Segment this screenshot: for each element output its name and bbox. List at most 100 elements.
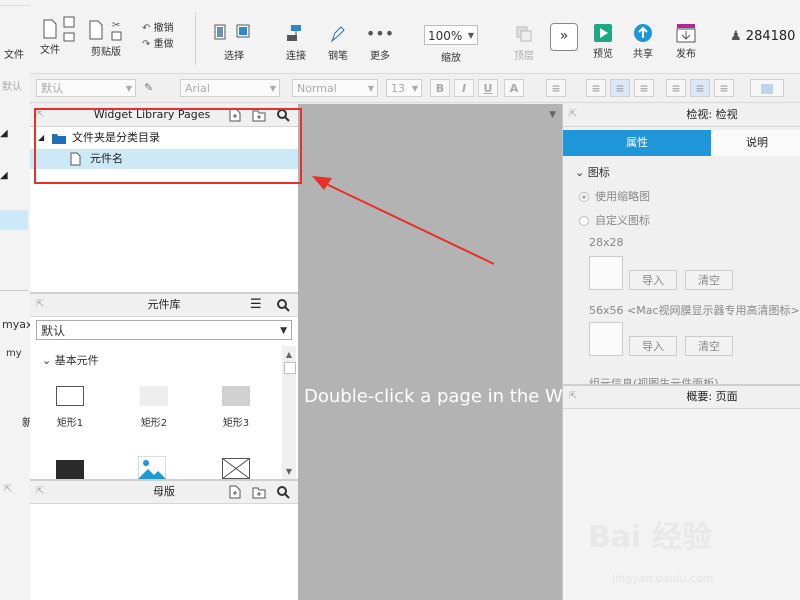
format-bar: 默认 ▼ ✎ Arial ▼ Normal ▼ 13 ▼ B I U A ≡ ≡ ≡ ≡… [30,74,800,103]
import-small-button[interactable]: 导入 [629,270,677,290]
preview-button[interactable]: 预览 [588,23,618,60]
file-label: 文件 [40,45,60,56]
tab-properties[interactable]: 属性 [563,130,711,156]
redo-label: 重做 [153,39,174,50]
back-project-label: myax [2,318,33,331]
valign-middle-icon: ≡ [695,82,705,95]
font-value: Arial [185,82,210,95]
add-folder-icon[interactable] [252,485,266,499]
clipboard-button[interactable]: ✂ 剪贴版 [88,19,124,58]
widget-library-panel: ⇱ 元件库 ☰ 默认 ▼ ⌄ 基本元件 矩形1 矩形2 矩形3 ▲ ▼ [30,294,298,479]
large-icon-preview [589,322,623,356]
back-divider [0,290,28,291]
bullet-list-button[interactable]: ≡ [546,79,566,97]
clear-large-button[interactable]: 清空 [685,336,733,356]
pin-icon[interactable]: ⇱ [36,294,44,316]
menu-icon[interactable]: ☰ [250,294,262,316]
style-value: 默认 [41,82,63,95]
redo-button[interactable]: ↷ 重做 [142,35,184,50]
pin-icon[interactable]: ⇱ [569,386,577,408]
placeholder-widget-icon[interactable] [222,458,250,479]
basic-widgets-section[interactable]: ⌄ 基本元件 [42,352,99,368]
valign-bottom-button[interactable]: ≡ [714,79,734,97]
publish-button[interactable]: 发布 [668,23,704,60]
user-account[interactable]: ♟ 284180 [730,29,795,44]
expand-button[interactable]: » [550,23,578,51]
align-center-icon: ≡ [615,82,625,95]
back-file-label: 文件 [4,50,24,61]
font-color-button[interactable]: A [504,79,524,97]
pin-icon[interactable]: ⇱ [36,481,44,503]
valign-bottom-icon: ≡ [719,82,729,95]
small-size-label: 28x28 [589,236,624,249]
share-button[interactable]: 共享 [628,23,658,60]
valign-middle-button[interactable]: ≡ [690,79,710,97]
icon-section-header[interactable]: ⌄ 图标 [575,164,610,180]
scroll-thumb[interactable] [284,362,296,374]
style-edit-icon[interactable]: ✎ [144,81,153,94]
publish-icon [676,24,696,43]
widget-rect3[interactable]: 矩形3 [206,386,266,429]
valign-top-button[interactable]: ≡ [666,79,686,97]
chevron-down-icon: ▼ [467,31,474,40]
align-right-button[interactable]: ≡ [634,79,654,97]
clear-small-button[interactable]: 清空 [685,270,733,290]
widget-rect2[interactable]: 矩形2 [124,386,184,429]
fill-color-button[interactable] [750,79,784,97]
font-select[interactable]: Arial ▼ [180,79,280,97]
underline-button[interactable]: U [478,79,498,97]
zoom-select[interactable]: 100% ▼ [424,25,478,45]
main-toolbar: 文件 ✂ 剪贴版 ↶ 撤销 ↷ 重做 选择 连接 钢笔 ••• 更多 100% … [30,5,800,74]
canvas-menu-icon[interactable]: ▼ [549,110,556,120]
custom-icon-label: 自定义图标 [595,214,650,227]
widget-panel-header: ⇱ 元件库 ☰ [30,294,298,317]
library-select[interactable]: 默认 ▼ [36,320,292,340]
undo-icon: ↶ [142,23,151,34]
use-thumbnail-option[interactable]: 使用缩略图 [579,188,650,204]
more-button[interactable]: ••• 更多 [362,23,398,62]
align-center-button[interactable]: ≡ [610,79,630,97]
user-icon: ♟ [730,29,742,44]
widget-label: 矩形1 [56,418,84,429]
scroll-down-icon[interactable]: ▼ [284,467,294,477]
widget-ellipse-thumbnail[interactable] [56,460,84,479]
connect-button[interactable]: 连接 [280,23,312,62]
italic-button[interactable]: I [454,79,474,97]
font-weight-value: Normal [297,82,337,95]
more-label: 更多 [370,51,390,62]
top-layer-button[interactable]: 顶层 [506,23,542,62]
play-icon [594,24,612,42]
chevron-down-icon: ⌄ [42,354,52,367]
font-size-select[interactable]: 13 ▼ [386,79,422,97]
search-icon[interactable] [276,298,290,312]
widget-scrollbar[interactable]: ▲ ▼ [282,346,296,479]
image-widget-icon[interactable] [138,456,166,479]
tab-notes[interactable]: 说明 [713,130,800,156]
scroll-up-icon[interactable]: ▲ [284,350,294,360]
new-file-button[interactable]: 文件 [38,19,62,56]
custom-icon-option[interactable]: 自定义图标 [579,212,650,228]
clipboard-label: 剪贴版 [91,47,121,58]
align-left-button[interactable]: ≡ [586,79,606,97]
chevron-down-icon: ▼ [280,326,287,336]
add-master-icon[interactable] [228,485,242,499]
select-button[interactable]: 选择 [208,23,260,62]
style-select[interactable]: 默认 ▼ [36,79,136,97]
search-icon[interactable] [276,485,290,499]
widget-label: 矩形3 [222,418,250,429]
overview-panel: ⇱ 概要: 页面 [562,386,800,600]
widget-rect1[interactable]: 矩形1 [40,386,100,429]
library-value: 默认 [41,324,66,338]
back-tree-arrow-1: ◢ [0,128,8,139]
save-open-group[interactable] [62,15,76,48]
bold-button[interactable]: B [430,79,450,97]
font-weight-select[interactable]: Normal ▼ [292,79,378,97]
masters-panel: ⇱ 母版 [30,481,298,600]
import-large-button[interactable]: 导入 [629,336,677,356]
pen-button[interactable]: 钢笔 [322,23,354,62]
zoom-value: 100% [428,29,463,43]
svg-text:✂: ✂ [112,20,120,31]
undo-button[interactable]: ↶ 撤销 [142,19,184,34]
new-file-icon [43,19,57,39]
pin-icon[interactable]: ⇱ [569,104,577,126]
